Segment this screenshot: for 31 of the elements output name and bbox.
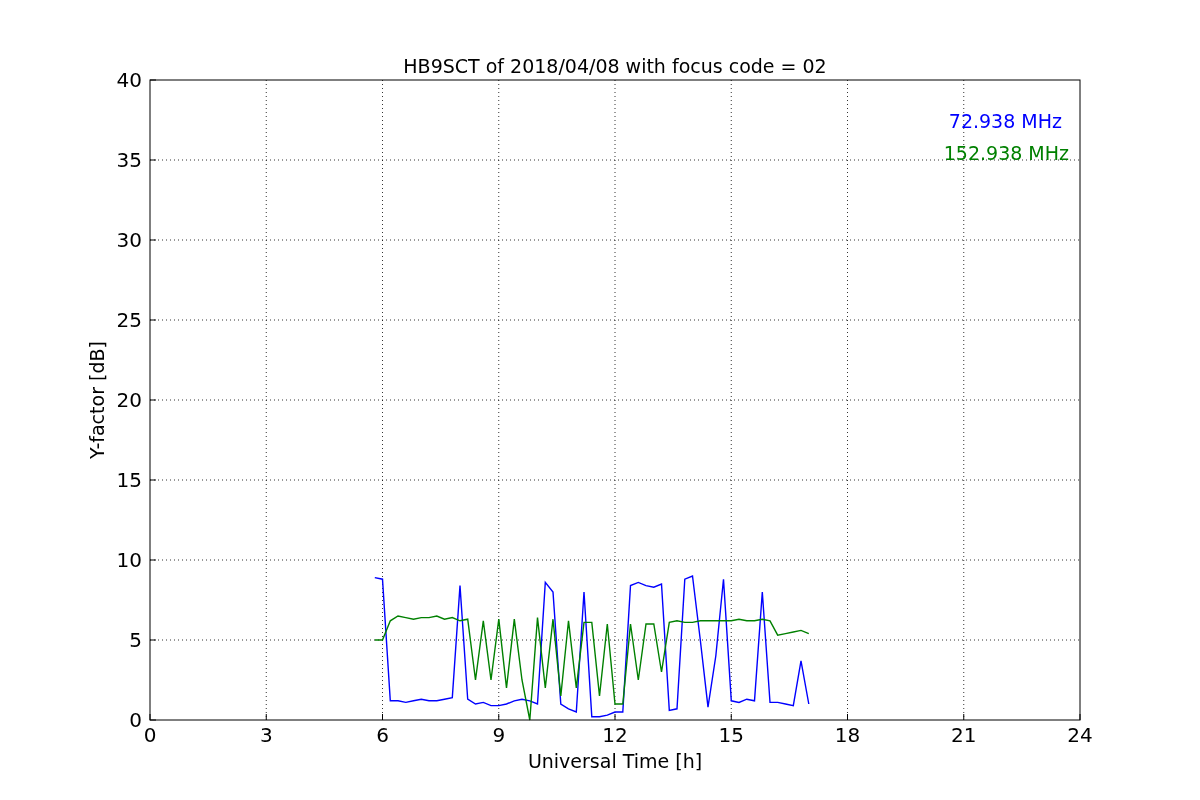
y-tick-label: 15: [116, 468, 142, 492]
x-tick-label: 12: [602, 723, 628, 747]
y-tick-label: 40: [116, 68, 142, 92]
y-tick-label: 25: [116, 308, 142, 332]
x-tick-label: 21: [951, 723, 977, 747]
y-tick: [149, 559, 157, 561]
x-tick-label: 0: [143, 723, 157, 747]
x-tick-label: 6: [376, 723, 389, 747]
y-tick-label: 0: [129, 708, 142, 732]
x-tick: [614, 713, 616, 721]
legend-label: 152.938 MHz: [943, 142, 1069, 164]
y-tick-label: 10: [116, 548, 142, 572]
y-tick: [149, 159, 157, 161]
y-axis-label: Y-factor [dB]: [86, 341, 108, 459]
x-tick-label: 15: [718, 723, 744, 747]
x-tick-label: 24: [1067, 723, 1093, 747]
x-axis-label: Universal Time [h]: [527, 750, 703, 772]
x-tick-label: 9: [492, 723, 506, 747]
y-tick-label: 30: [116, 228, 142, 252]
y-tick-label: 5: [129, 628, 142, 652]
y-tick: [149, 319, 157, 321]
y-tick-label: 20: [116, 388, 142, 412]
legend-label: 72.938 MHz: [948, 110, 1062, 132]
y-tick: [149, 479, 157, 481]
y-tick: [149, 639, 157, 641]
x-tick-label: 3: [259, 723, 273, 747]
y-tick: [149, 399, 157, 401]
x-tick-label: 18: [834, 723, 861, 747]
chart-title: HB9SCT of 2018/04/08 with focus code = 02: [403, 55, 827, 77]
y-tick-label: 35: [116, 148, 142, 172]
y-tick: [149, 239, 157, 241]
